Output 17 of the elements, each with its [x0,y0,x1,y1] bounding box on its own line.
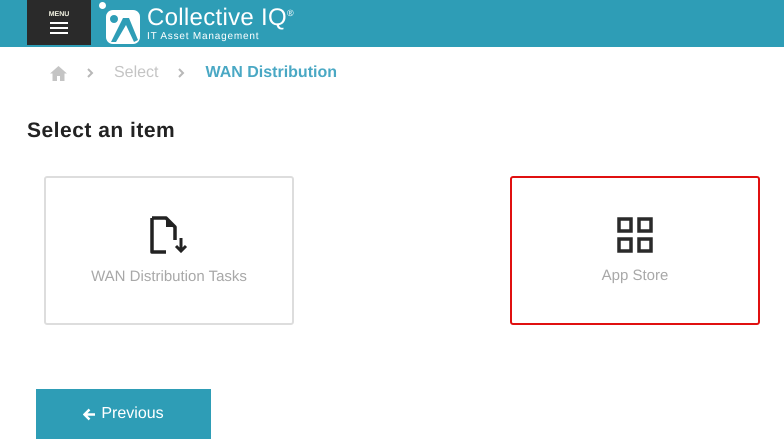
page-title: Select an item [27,119,176,143]
breadcrumb-link[interactable]: WAN Distribution [205,64,338,82]
previous-button[interactable]: Previous [36,389,211,439]
chevron-icon [178,68,186,78]
chevron-icon [87,68,94,78]
brand-name: Collective IQ$^{®}$ [147,6,294,30]
item-label: WAN Distribution Tasks [91,268,247,285]
home-icon[interactable] [50,66,67,80]
arrow-left-icon [83,408,96,420]
file-download-icon [149,216,189,254]
brand-tagline: IT Asset Management [147,30,260,42]
menu-icon [50,20,68,34]
item-card[interactable]: App Store [510,176,760,325]
breadcrumb-link[interactable]: Select [114,64,158,82]
item-card[interactable]: WAN Distribution Tasks [44,176,294,325]
grid-icon [617,217,653,253]
item-label: App Store [602,267,668,284]
